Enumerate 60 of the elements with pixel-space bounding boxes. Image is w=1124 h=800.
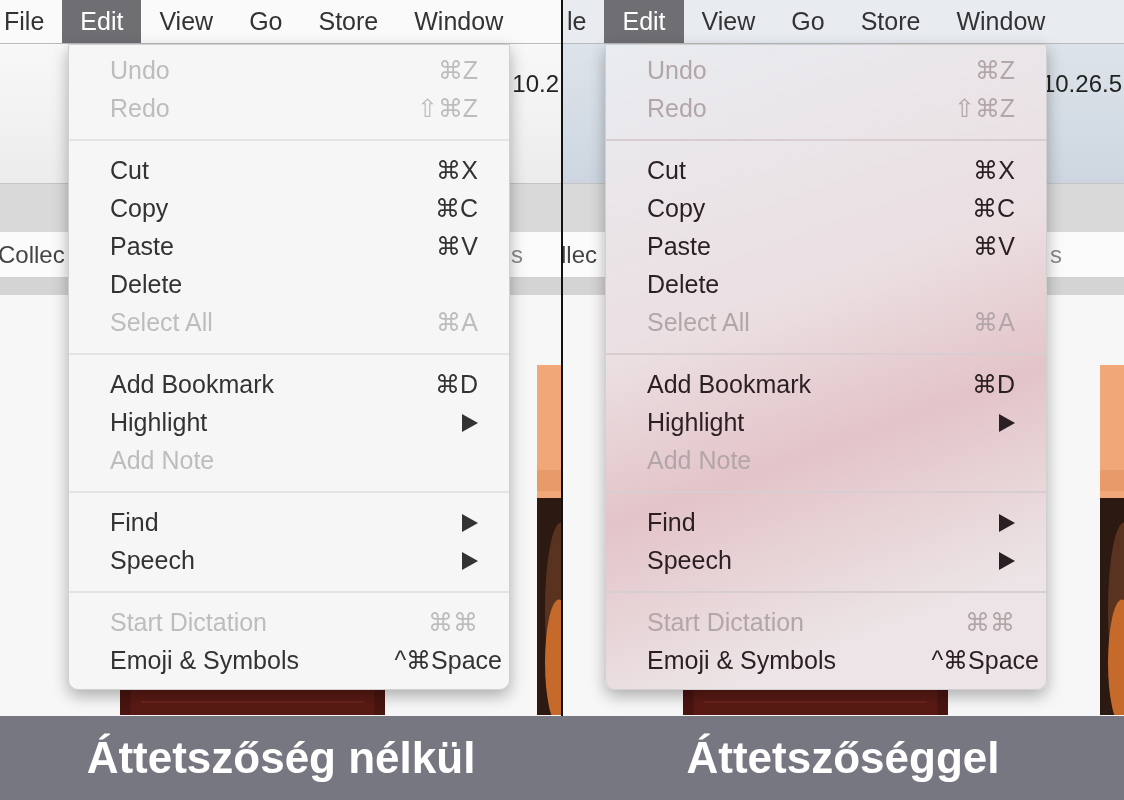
menu-item[interactable]: Cut ⌘X bbox=[606, 152, 1046, 190]
shortcut-label: ⌘D bbox=[434, 369, 478, 401]
menu-item[interactable]: Emoji & Symbols ^⌘Space bbox=[69, 642, 509, 680]
menu-item[interactable]: Find bbox=[606, 504, 1046, 542]
menu-bar-item[interactable]: Edit bbox=[604, 0, 684, 43]
submenu-arrow-icon bbox=[999, 514, 1015, 532]
menu-item[interactable]: Highlight bbox=[69, 404, 509, 442]
caption: Áttetszőség nélkül bbox=[86, 732, 476, 784]
submenu-arrow-icon bbox=[462, 514, 478, 532]
menu-bar-item[interactable]: Edit bbox=[62, 0, 142, 43]
shortcut-label: ⌘X bbox=[436, 155, 478, 187]
shortcut-label: ^⌘Space bbox=[931, 645, 1039, 677]
menu-bar-item[interactable]: Window bbox=[396, 0, 522, 43]
menu-item[interactable]: Cut ⌘X bbox=[69, 152, 509, 190]
menu-item[interactable]: Delete bbox=[69, 266, 509, 304]
shortcut-label: ⌘V bbox=[973, 231, 1015, 263]
shortcut-label: ⌘Z bbox=[974, 55, 1015, 87]
shortcut-label: ⌘⌘ bbox=[428, 607, 478, 639]
menu-bar-item[interactable]: Go bbox=[231, 0, 301, 43]
menu-item[interactable]: Speech bbox=[606, 542, 1046, 580]
shortcut-label: ⌘Z bbox=[437, 55, 478, 87]
menu-item[interactable]: Find bbox=[69, 504, 509, 542]
menu-item[interactable]: Paste ⌘V bbox=[606, 228, 1046, 266]
menu-item[interactable]: Add Bookmark ⌘D bbox=[606, 366, 1046, 404]
menu-item[interactable]: Copy ⌘C bbox=[69, 190, 509, 228]
menu-bar-item[interactable]: Store bbox=[842, 0, 939, 43]
toolbar-text: 10.2 bbox=[512, 69, 559, 99]
shortcut-label: ⌘⌘ bbox=[965, 607, 1015, 639]
shortcut-label: ⇧⌘Z bbox=[953, 93, 1015, 125]
caption: Áttetszőséggel bbox=[686, 732, 1000, 784]
shortcut-label: ⌘V bbox=[436, 231, 478, 263]
shortcut-label: ⌘X bbox=[973, 155, 1015, 187]
menu-item[interactable]: Paste ⌘V bbox=[69, 228, 509, 266]
shortcut-label: ⌘D bbox=[971, 369, 1015, 401]
shortcut-label: ⌘A bbox=[436, 307, 478, 339]
menu-item[interactable]: Highlight bbox=[606, 404, 1046, 442]
menu-item[interactable]: Copy ⌘C bbox=[606, 190, 1046, 228]
submenu-arrow-icon bbox=[999, 552, 1015, 570]
shortcut-label: ⌘C bbox=[434, 193, 478, 225]
menu-bar-item[interactable]: View bbox=[141, 0, 232, 43]
menu-bar-item[interactable]: Go bbox=[773, 0, 843, 43]
submenu-arrow-icon bbox=[462, 552, 478, 570]
collection-text: Collec bbox=[0, 239, 65, 270]
submenu-arrow-icon bbox=[462, 414, 478, 432]
menu-bar-item[interactable]: Store bbox=[300, 0, 397, 43]
collection-text: llec bbox=[563, 239, 597, 270]
collection-text: s bbox=[1050, 239, 1062, 270]
menu-bar-item[interactable]: File bbox=[0, 0, 63, 43]
menu-bar-item[interactable]: View bbox=[683, 0, 774, 43]
shortcut-label: ⇧⌘Z bbox=[416, 93, 478, 125]
shortcut-label: ⌘C bbox=[971, 193, 1015, 225]
menu-item[interactable]: Emoji & Symbols ^⌘Space bbox=[606, 642, 1046, 680]
collection-text: s bbox=[511, 239, 523, 270]
submenu-arrow-icon bbox=[999, 414, 1015, 432]
shortcut-label: ^⌘Space bbox=[394, 645, 502, 677]
menu-bar-item[interactable]: le bbox=[563, 0, 605, 43]
menu-bar-item[interactable]: Window bbox=[938, 0, 1064, 43]
menu-item[interactable]: Add Bookmark ⌘D bbox=[69, 366, 509, 404]
menu-item[interactable]: Delete bbox=[606, 266, 1046, 304]
menu-item[interactable]: Speech bbox=[69, 542, 509, 580]
